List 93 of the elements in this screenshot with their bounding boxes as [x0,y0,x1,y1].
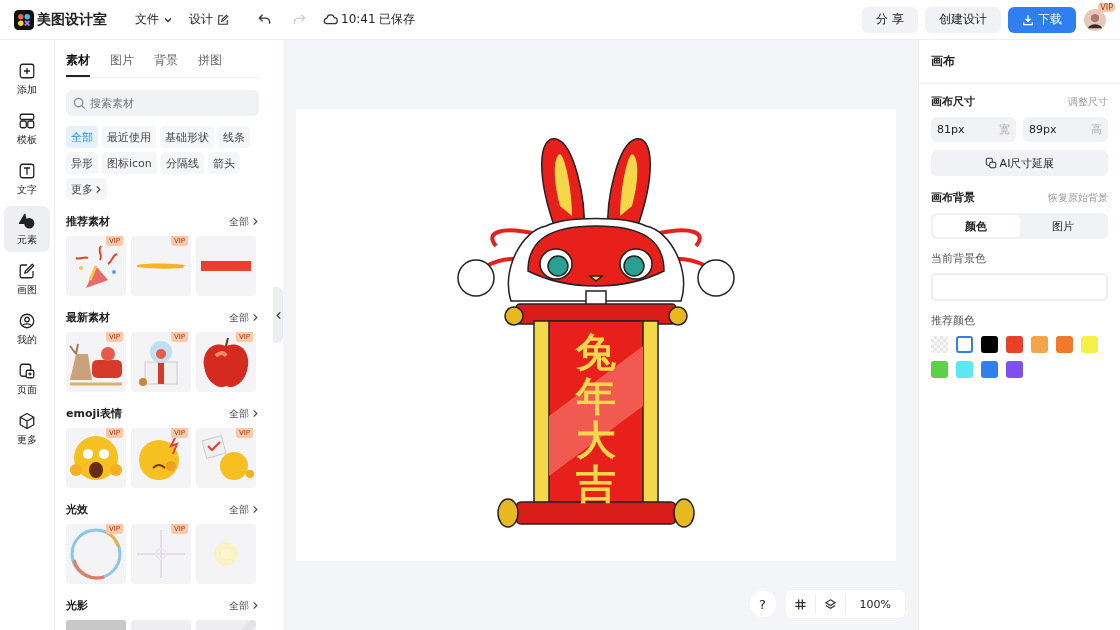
color-swatch[interactable] [1006,361,1023,378]
download-button[interactable]: 下载 [1008,6,1076,33]
chevron-right-icon [252,505,259,514]
category-chip[interactable]: 更多 [66,178,107,200]
category-chip[interactable]: 异形 [66,152,98,174]
chevron-right-icon [252,313,259,322]
section-title: 光效 [66,502,88,517]
sidebar-item[interactable]: 添加 [4,56,50,102]
category-chip[interactable]: 箭头 [207,152,240,174]
color-swatch[interactable] [981,361,998,378]
width-field[interactable]: 81px 宽 [931,117,1016,142]
avatar[interactable] [1084,8,1106,31]
chevron-right-icon [252,409,259,418]
layers-icon[interactable] [823,597,837,611]
category-chip[interactable]: 基础形状 [160,126,214,148]
file-menu[interactable]: 文件 [135,11,173,28]
segment-tab[interactable]: 颜色 [933,215,1020,237]
panel-tab[interactable]: 拼图 [198,52,222,77]
edit-icon [217,13,229,26]
search-field[interactable]: 搜索素材 [66,90,259,116]
design-menu[interactable]: 设计 [189,11,229,28]
field-label: 推荐颜色 [931,313,976,328]
see-all-link[interactable]: 全部 [229,598,259,613]
color-swatch[interactable] [1006,336,1023,353]
height-field[interactable]: 89px 高 [1023,117,1108,142]
app-name: 美图设计室 [37,10,107,29]
panel-tab[interactable]: 图片 [110,52,134,77]
sidebar-item[interactable]: 元素 [4,206,50,252]
see-all-link[interactable]: 全部 [229,406,259,421]
field-label: 当前背景色 [931,251,987,266]
panel-tab[interactable]: 素材 [66,52,90,77]
see-all-link[interactable]: 全部 [229,214,259,229]
sidebar-item[interactable]: 我的 [4,306,50,352]
segment-tab[interactable]: 图片 [1019,215,1106,237]
undo-icon[interactable] [257,12,272,27]
asset-thumbnail[interactable] [196,236,256,296]
section-title: 光影 [66,598,88,613]
color-swatch[interactable] [1031,336,1048,353]
stripe-shape [201,261,251,271]
logo-icon [14,9,34,30]
rail-icon [18,161,36,180]
brush-stroke-icon [136,262,186,270]
ai-extend-button[interactable]: AI尺寸延展 [931,150,1108,176]
save-status: 10:41 已保存 [341,11,416,28]
color-swatch[interactable] [981,336,998,353]
category-chip[interactable]: 图标icon [102,152,157,174]
section-title: 推荐素材 [66,214,110,229]
color-swatch[interactable] [956,361,973,378]
sidebar-item[interactable]: 文字 [4,156,50,202]
transparent-swatch[interactable] [931,336,948,353]
see-all-link[interactable]: 全部 [229,502,259,517]
zoom-level[interactable]: 100% [853,597,897,611]
section-label: 画布背景 [931,190,975,205]
rail-icon [18,61,36,80]
section-label: 画布尺寸 [931,94,975,109]
panel-tab[interactable]: 背景 [154,52,178,77]
asset-thumbnail[interactable] [196,524,256,584]
sidebar-item[interactable]: 页面 [4,356,50,402]
toolbar-button[interactable]: 创建设计 [925,6,1001,33]
chevron-right-icon [95,184,102,194]
chevron-left-icon [274,310,282,320]
category-chip[interactable]: 分隔线 [160,152,204,174]
chevron-right-icon [252,601,259,610]
rail-icon [18,261,36,280]
chevron-right-icon [252,217,259,226]
vip-badge: VIP [1098,2,1115,12]
rail-icon [18,361,36,380]
toolbar-button[interactable]: 分 享 [862,6,918,33]
cloud-icon [323,12,338,27]
rabbit-scroll-drawing[interactable] [455,136,736,531]
download-icon [1022,13,1034,26]
sidebar-item[interactable]: 画图 [4,256,50,302]
collapse-handle[interactable] [273,287,283,343]
section-title: 最新素材 [66,310,110,325]
rail-icon [18,311,36,330]
sidebar-item[interactable]: 更多 [4,406,50,452]
grid-icon[interactable] [793,597,807,611]
panel-title: 画布 [919,40,1120,84]
category-chip[interactable]: 线条 [218,126,250,148]
color-swatch[interactable] [1056,336,1073,353]
color-swatch[interactable] [1081,336,1098,353]
search-icon [73,97,86,110]
resize-icon [984,157,997,169]
rail-icon [18,211,36,230]
rail-icon [18,111,36,130]
help-button[interactable]: ? [749,591,776,617]
section-title: emoji表情 [66,406,123,421]
color-swatch[interactable] [931,361,948,378]
color-swatch[interactable] [956,336,973,353]
see-all-link[interactable]: 全部 [229,310,259,325]
rail-icon [18,411,36,430]
category-chip[interactable]: 最近使用 [102,126,156,148]
sidebar-item[interactable]: 模板 [4,106,50,152]
